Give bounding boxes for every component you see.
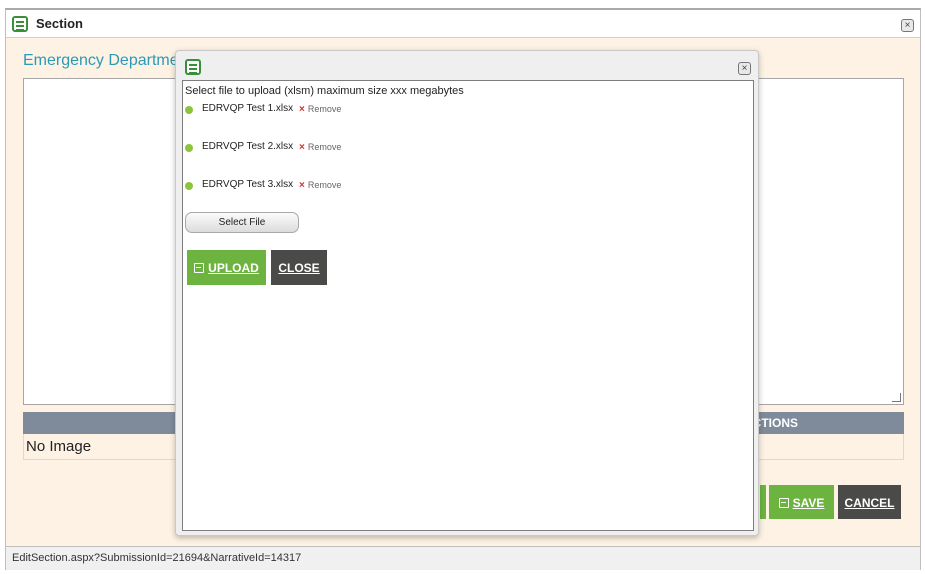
red-x-icon: ×: [299, 180, 305, 191]
green-dot-icon: [185, 182, 193, 190]
remove-label: Remove: [307, 104, 342, 114]
floppy-disk-icon: [778, 498, 789, 508]
status-bar: EditSection.aspx?SubmissionId=21694&Narr…: [6, 546, 920, 570]
red-x-icon: ×: [299, 142, 305, 153]
section-close-icon[interactable]: ×: [901, 19, 914, 32]
document-icon: [12, 16, 28, 32]
close-button[interactable]: CLOSE: [271, 250, 327, 285]
remove-file-link[interactable]: × Remove: [299, 180, 341, 191]
cancel-button[interactable]: CANCEL: [838, 485, 901, 519]
green-dot-icon: [185, 106, 193, 114]
floppy-disk-icon: [194, 263, 205, 273]
save-button[interactable]: SAVE: [769, 485, 834, 519]
red-x-icon: ×: [299, 104, 305, 115]
remove-file-link[interactable]: × Remove: [299, 104, 341, 115]
section-titlebar: Section ×: [6, 10, 920, 38]
hidden-action-button[interactable]: [760, 485, 766, 519]
remove-file-link[interactable]: × Remove: [299, 142, 341, 153]
upload-button[interactable]: UPLOAD: [187, 250, 266, 285]
upload-modal-body: Select file to upload (xlsm) maximum siz…: [182, 80, 754, 531]
select-file-button[interactable]: Select File: [185, 212, 299, 233]
upload-button-label: UPLOAD: [208, 261, 259, 275]
modal-close-icon[interactable]: ×: [738, 62, 751, 75]
file-name: EDRVQP Test 1.xlsx: [202, 103, 294, 114]
narrative-heading: Emergency Departme: [23, 52, 179, 69]
upload-instructions: Select file to upload (xlsm) maximum siz…: [185, 85, 464, 97]
document-icon: [185, 59, 201, 75]
file-name: EDRVQP Test 3.xlsx: [202, 179, 294, 190]
upload-modal: × Select file to upload (xlsm) maximum s…: [175, 50, 759, 536]
image-header-label: CTIONS: [752, 416, 798, 430]
status-url: EditSection.aspx?SubmissionId=21694&Narr…: [12, 552, 302, 564]
save-button-label: SAVE: [792, 496, 825, 510]
remove-label: Remove: [307, 180, 342, 190]
remove-label: Remove: [307, 142, 342, 152]
section-title: Section: [36, 16, 83, 31]
green-dot-icon: [185, 144, 193, 152]
file-name: EDRVQP Test 2.xlsx: [202, 141, 294, 152]
no-image-text: No Image: [26, 438, 92, 455]
